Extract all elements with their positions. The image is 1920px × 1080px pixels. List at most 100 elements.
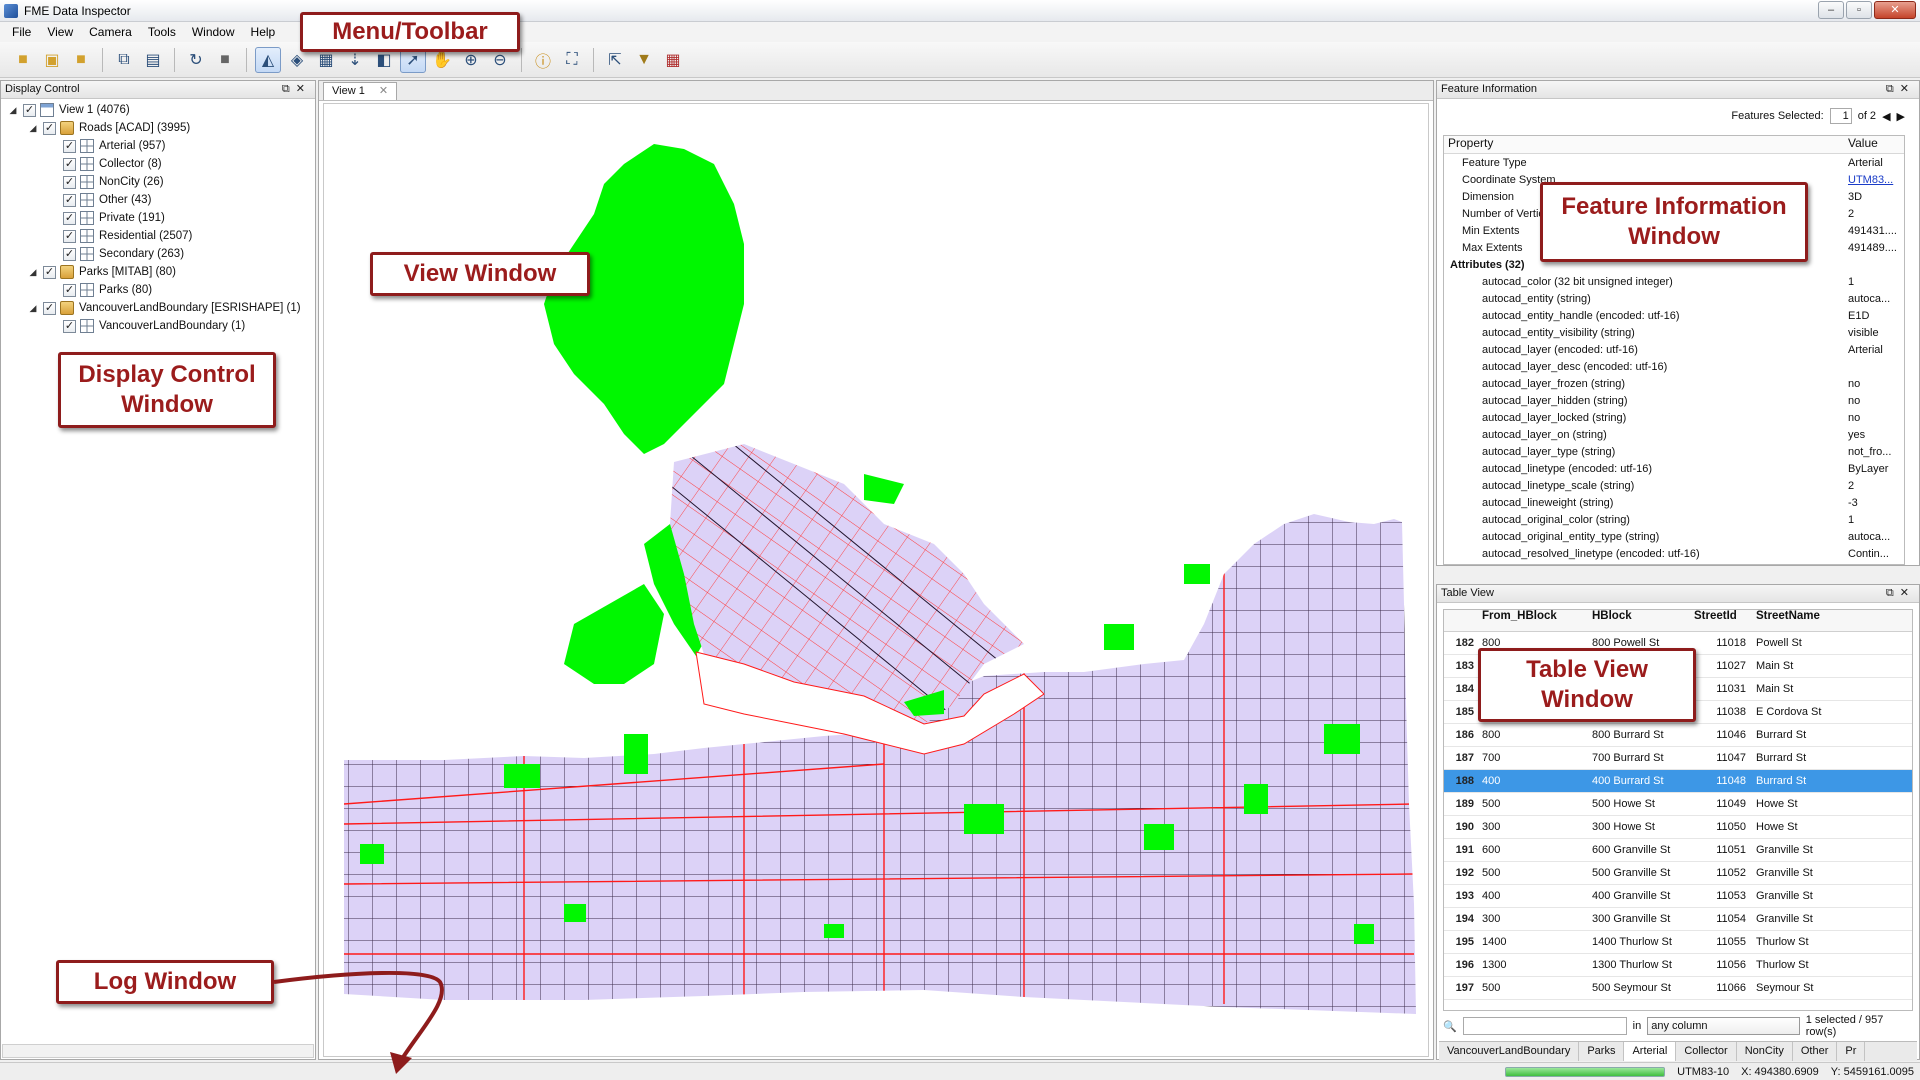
table-row[interactable]: 196 1300 1300 Thurlow St 11056 Thurlow St — [1444, 954, 1912, 977]
property-row[interactable]: autocad_color (32 bit unsigned integer) 1 — [1444, 273, 1904, 290]
select-icon[interactable]: ◭ — [255, 46, 281, 73]
property-row[interactable]: autocad_linetype_scale (string) 2 — [1444, 477, 1904, 494]
minimize-button[interactable]: – — [1818, 1, 1844, 19]
property-row[interactable]: Feature Type Arterial — [1444, 154, 1904, 171]
grid-icon[interactable]: ▦ — [660, 47, 686, 73]
search-input[interactable] — [1462, 1017, 1627, 1035]
tree-item[interactable]: ✓ Collector (8) — [1, 155, 315, 173]
menu-camera[interactable]: Camera — [81, 25, 140, 39]
add-dataset-icon[interactable]: ▣ — [39, 47, 65, 73]
menu-tools[interactable]: Tools — [140, 25, 184, 39]
copy-icon[interactable]: ⧉ — [111, 47, 137, 73]
layer-checkbox[interactable]: ✓ — [43, 301, 56, 315]
table-row[interactable]: 194 300 300 Granville St 11054 Granville St — [1444, 908, 1912, 931]
property-row[interactable]: autocad_layer_frozen (string) no — [1444, 375, 1904, 392]
table-row[interactable]: 186 800 800 Burrard St 11046 Burrard St — [1444, 724, 1912, 747]
menu-view[interactable]: View — [39, 25, 81, 39]
layer-checkbox[interactable]: ✓ — [63, 157, 76, 171]
value-column-header[interactable]: Value — [1844, 136, 1904, 153]
layer-checkbox[interactable]: ✓ — [63, 229, 76, 243]
next-icon[interactable]: ▶ — [1897, 110, 1905, 123]
stop-icon[interactable]: ■ — [212, 47, 238, 73]
maximize-button[interactable]: ▫ — [1846, 1, 1872, 19]
table-tab[interactable]: Pr — [1837, 1042, 1866, 1061]
table-row[interactable]: 193 400 400 Granville St 11053 Granville St — [1444, 885, 1912, 908]
inspect-icon[interactable]: ⓘ — [530, 47, 556, 73]
table-row[interactable]: 188 400 400 Burrard St 11048 Burrard St — [1444, 770, 1912, 793]
table-tab[interactable]: VancouverLandBoundary — [1439, 1042, 1580, 1061]
refresh-icon[interactable]: ↻ — [183, 47, 209, 73]
panel-buttons[interactable]: ⧉✕ — [282, 81, 311, 98]
table-row[interactable]: 195 1400 1400 Thurlow St 11055 Thurlow St — [1444, 931, 1912, 954]
expand-arrow-icon[interactable]: ◢ — [7, 105, 19, 116]
property-row[interactable]: autocad_linetype (encoded: utf-16) ByLaye… — [1444, 460, 1904, 477]
tree-item[interactable]: ✓ Parks (80) — [1, 281, 315, 299]
column-hblock[interactable]: HBlock — [1588, 610, 1690, 631]
horizontal-scrollbar[interactable] — [2, 1044, 314, 1058]
table-tab[interactable]: Arterial — [1624, 1042, 1677, 1061]
close-button[interactable]: ✕ — [1874, 1, 1916, 19]
property-row[interactable]: autocad_layer_desc (encoded: utf-16) — [1444, 358, 1904, 375]
save-icon[interactable]: ▤ — [140, 47, 166, 73]
column-from-hblock[interactable]: From_HBlock — [1478, 610, 1588, 631]
table-row[interactable]: 191 600 600 Granville St 11051 Granville St — [1444, 839, 1912, 862]
extent-icon[interactable]: ⛶ — [559, 47, 585, 73]
menu-help[interactable]: Help — [243, 25, 284, 39]
tree-item[interactable]: ◢ ✓ VancouverLandBoundary [ESRISHAPE] (1) — [1, 299, 315, 317]
property-row[interactable]: autocad_entity (string) autoca... — [1444, 290, 1904, 307]
tree-item[interactable]: ✓ VancouverLandBoundary (1) — [1, 317, 315, 335]
layer-checkbox[interactable]: ✓ — [23, 103, 36, 117]
menu-window[interactable]: Window — [184, 25, 243, 39]
table-row[interactable]: 187 700 700 Burrard St 11047 Burrard St — [1444, 747, 1912, 770]
panel-buttons[interactable]: ⧉✕ — [1886, 81, 1915, 98]
property-row[interactable]: autocad_original_color (string) 1 — [1444, 511, 1904, 528]
table-tab[interactable]: NonCity — [1737, 1042, 1793, 1061]
tree-item[interactable]: ✓ Arterial (957) — [1, 137, 315, 155]
page-input[interactable]: 1 — [1829, 108, 1852, 124]
prev-icon[interactable]: ◀ — [1882, 110, 1890, 123]
table-row[interactable]: 197 500 500 Seymour St 11066 Seymour St — [1444, 977, 1912, 1000]
table-tab[interactable]: Other — [1793, 1042, 1838, 1061]
tree-item[interactable]: ✓ Private (191) — [1, 209, 315, 227]
tree-item[interactable]: ✓ NonCity (26) — [1, 173, 315, 191]
table-tab[interactable]: Collector — [1676, 1042, 1737, 1061]
tree-item[interactable]: ✓ Secondary (263) — [1, 245, 315, 263]
table-row[interactable]: 190 300 300 Howe St 11050 Howe St — [1444, 816, 1912, 839]
tree-item[interactable]: ◢ ✓ Parks [MITAB] (80) — [1, 263, 315, 281]
layer-checkbox[interactable]: ✓ — [43, 265, 56, 279]
property-row[interactable]: autocad_layer_hidden (string) no — [1444, 392, 1904, 409]
property-row[interactable]: autocad_entity_visibility (string) visibl… — [1444, 324, 1904, 341]
property-row[interactable]: autocad_resolved_linetype (encoded: utf-… — [1444, 545, 1904, 562]
layer-checkbox[interactable]: ✓ — [63, 283, 76, 297]
close-icon[interactable]: ✕ — [379, 83, 388, 100]
property-row[interactable]: autocad_layer_on (string) yes — [1444, 426, 1904, 443]
tree-item[interactable]: ✓ Other (43) — [1, 191, 315, 209]
property-row[interactable]: autocad_layer_locked (string) no — [1444, 409, 1904, 426]
expand-arrow-icon[interactable]: ◢ — [27, 123, 39, 134]
layer-checkbox[interactable]: ✓ — [63, 247, 76, 261]
tree-item[interactable]: ◢ ✓ View 1 (4076) — [1, 101, 315, 119]
property-row[interactable]: autocad_lineweight (string) -3 — [1444, 494, 1904, 511]
property-row[interactable]: autocad_entity_handle (encoded: utf-16) E… — [1444, 307, 1904, 324]
open-icon[interactable]: ■ — [10, 47, 36, 73]
layer-checkbox[interactable]: ✓ — [63, 193, 76, 207]
tree-item[interactable]: ✓ Residential (2507) — [1, 227, 315, 245]
column-streetname[interactable]: StreetName — [1750, 610, 1912, 631]
property-column-header[interactable]: Property — [1444, 136, 1844, 153]
tree-item[interactable]: ◢ ✓ Roads [ACAD] (3995) — [1, 119, 315, 137]
layer-checkbox[interactable]: ✓ — [63, 211, 76, 225]
map-canvas[interactable] — [323, 103, 1429, 1057]
select-tool-icon[interactable]: ⇱ — [602, 47, 628, 73]
table-row[interactable]: 189 500 500 Howe St 11049 Howe St — [1444, 793, 1912, 816]
layer-checkbox[interactable]: ✓ — [63, 175, 76, 189]
property-row[interactable]: autocad_layer (encoded: utf-16) Arterial — [1444, 341, 1904, 358]
panel-buttons[interactable]: ⧉✕ — [1886, 585, 1915, 602]
filter-icon[interactable]: ▼ — [631, 47, 657, 73]
column-streetid[interactable]: StreetId — [1690, 610, 1750, 631]
layer-checkbox[interactable]: ✓ — [63, 139, 76, 153]
expand-arrow-icon[interactable]: ◢ — [27, 267, 39, 278]
expand-arrow-icon[interactable]: ◢ — [27, 303, 39, 314]
property-row[interactable]: autocad_layer_type (string) not_fro... — [1444, 443, 1904, 460]
folder-icon[interactable]: ■ — [68, 47, 94, 73]
column-select[interactable]: any column — [1647, 1017, 1800, 1035]
